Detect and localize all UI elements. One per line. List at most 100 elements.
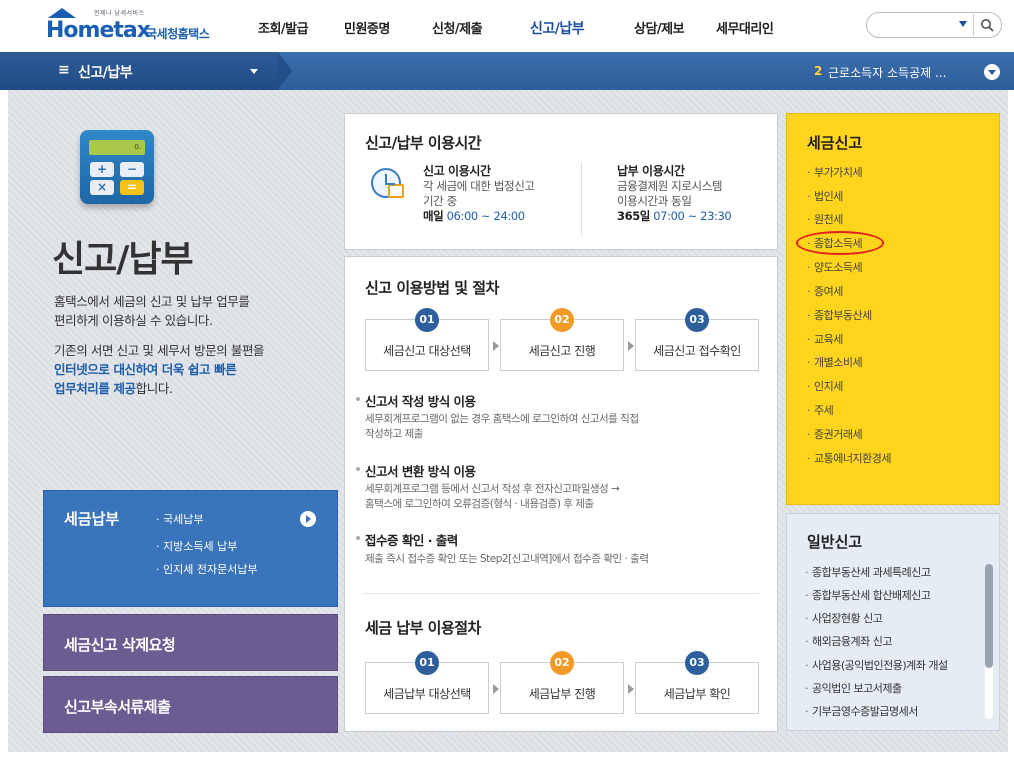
step-pay-select[interactable]: 01 세금납부 대상선택 [365,651,489,714]
attachment-submit-card[interactable]: 신고부속서류제출 [43,676,338,733]
section-desc-write: 세무회계프로그램이 없는 경우 홈택스에 로그인하여 신고서를 직접 작성하고 … [365,413,639,440]
step-report-progress[interactable]: 02 세금신고 진행 [500,308,624,371]
general-item-business-status[interactable]: 사업장현황 신고 [805,610,883,626]
highlight-circle [796,231,884,255]
divider [363,593,759,594]
logo-roof-icon [48,8,76,18]
step-label: 세금신고 대상선택 [383,344,471,358]
step-number: 03 [685,651,709,675]
nav-civil[interactable]: 민원증명 [344,18,432,38]
tax-item-vat[interactable]: 부가가치세 [807,164,863,180]
national-tax-payment-link[interactable]: · 국세납부 [156,511,203,527]
step-arrow-icon [493,341,499,351]
search-icon [981,19,994,32]
general-report-title: 일반신고 [807,533,863,551]
tax-item-excise[interactable]: 개별소비세 [807,354,863,370]
search-input[interactable] [877,18,957,32]
step-arrow-icon [493,684,499,694]
chevron-down-icon [250,69,258,74]
intro-text: 홈택스에서 세금의 신고 및 납부 업무를 편리하게 이용하실 수 있습니다. … [54,294,265,396]
section-title: 신고/납부 [78,65,133,81]
section-desc-convert: 세무회계프로그램 등에서 신고서 작성 후 전자신고파일생성 → 홈택스에 로그… [365,483,620,510]
step-arrow-icon [628,684,634,694]
divider [581,162,582,236]
scrollbar[interactable] [985,564,993,719]
local-income-tax-link[interactable]: · 지방소득세 납부 [156,538,237,554]
general-item-property-exclusion[interactable]: 종합부동산세 합산배제신고 [805,587,931,603]
menu-bar: ≡ 신고/납부 2 근로소득자 소득공제 ... [0,52,1014,90]
logo-tagline: 언제나 납세서비스 [94,10,145,17]
payment-procedure-title: 세금 납부 이용절차 [365,619,481,637]
usage-time-panel: 신고/납부 이용시간 신고 이용시간 각 세금에 대한 법정신고 기간 중 매일… [344,113,778,250]
clock-icon [371,168,404,198]
step-number: 01 [415,651,439,675]
section-selector[interactable]: ≡ 신고/납부 [0,52,292,90]
step-label: 세금납부 확인 [663,687,731,701]
step-report-confirm[interactable]: 03 세금신고 접수확인 [635,308,759,371]
general-item-donation-receipt[interactable]: 기부금영수증발급명세서 [805,703,918,719]
general-report-panel: 일반신고 종합부동산세 과세특례신고 종합부동산세 합산배제신고 사업장현황 신… [786,513,1000,731]
search-box [866,12,1002,38]
delete-request-card[interactable]: 세금신고 삭제요청 [43,614,338,671]
step-pay-confirm[interactable]: 03 세금납부 확인 [635,651,759,714]
section-heading-convert: 신고서 변환 방식 이용 [356,461,476,480]
step-label: 세금신고 진행 [528,344,596,358]
nav-inquiry[interactable]: 조회/발급 [258,18,344,38]
tax-item-stamp[interactable]: 인지세 [807,378,843,394]
tax-item-education[interactable]: 교육세 [807,331,843,347]
section-heading-write: 신고서 작성 방식 이용 [356,391,476,410]
usage-time-title: 신고/납부 이용시간 [365,134,482,152]
tax-item-liquor[interactable]: 주세 [807,402,834,418]
hometax-logo[interactable]: 언제나 납세서비스 Hometax 국세청홈택스 [46,6,231,46]
tax-item-corporate[interactable]: 법인세 [807,188,843,204]
notice-expand-button[interactable] [984,64,1000,80]
general-item-foreign-account[interactable]: 해외금융계좌 신고 [805,633,892,649]
step-report-select[interactable]: 01 세금신고 대상선택 [365,308,489,371]
menu-icon[interactable]: ≡ [58,62,70,78]
search-dropdown-icon[interactable] [959,21,967,27]
procedure-panel: 신고 이용방법 및 절차 01 세금신고 대상선택 02 세금신고 진행 03 … [344,256,778,732]
tax-item-securities[interactable]: 증권거래세 [807,426,863,442]
section-desc-receipt: 제출 즉시 접수증 확인 또는 Step2[신고내역]에서 접수증 확인 · 출… [365,553,649,565]
tax-report-title: 세금신고 [807,134,863,152]
logo-korean: 국세청홈택스 [146,27,210,41]
step-number: 01 [415,308,439,332]
general-item-property-special[interactable]: 종합부동산세 과세특례신고 [805,564,931,580]
global-nav: 조회/발급 민원증명 신청/제출 신고/납부 상담/제보 세무대리인 [258,18,806,38]
general-item-public-report[interactable]: 공익법인 보고서제출 [805,680,902,696]
nav-report-pay[interactable]: 신고/납부 [530,18,634,38]
attachment-submit-title: 신고부속서류제출 [64,698,171,716]
delete-request-title: 세금신고 삭제요청 [64,636,176,654]
step-number: 03 [685,308,709,332]
search-button[interactable] [973,14,999,36]
section-heading-receipt: 접수증 확인 · 출력 [356,530,458,549]
logo-brand: Hometax [46,18,151,43]
go-arrow-icon[interactable] [300,511,316,527]
nav-consult[interactable]: 상담/제보 [634,18,716,38]
step-arrow-icon [628,341,634,351]
step-number: 02 [550,308,574,332]
top-header: 언제나 납세서비스 Hometax 국세청홈택스 조회/발급 민원증명 신청/제… [0,0,1014,52]
tax-report-panel: 세금신고 부가가치세 법인세 원천세 종합소득세 양도소득세 증여세 종합부동산… [786,113,1000,505]
general-item-business-account[interactable]: 사업용(공익법인전용)계좌 개설 [805,657,948,673]
report-time-block: 신고 이용시간 각 세금에 대한 법정신고 기간 중 매일 06:00 ~ 24… [423,164,535,223]
tax-item-property[interactable]: 종합부동산세 [807,307,872,323]
step-number: 02 [550,651,574,675]
tax-item-withholding[interactable]: 원천세 [807,211,843,227]
scrollbar-thumb[interactable] [985,564,993,668]
nav-agent[interactable]: 세무대리인 [716,18,806,38]
calculator-icon: 0. + − × = [80,130,154,204]
tax-payment-card[interactable]: 세금납부 · 국세납부 · 지방소득세 납부 · 인지세 전자문서납부 [43,490,338,607]
stamp-tax-link[interactable]: · 인지세 전자문서납부 [156,561,258,577]
tax-item-transfer[interactable]: 양도소득세 [807,259,863,275]
step-pay-progress[interactable]: 02 세금납부 진행 [500,651,624,714]
nav-apply[interactable]: 신청/제출 [432,18,530,38]
notice-number: 2 [814,64,823,78]
payment-time-block: 납부 이용시간 금융결제원 지로시스템 이용시간과 동일 365일 07:00 … [617,164,732,223]
tax-item-transport[interactable]: 교통에너지환경세 [807,450,891,466]
tax-item-gift[interactable]: 증여세 [807,283,843,299]
step-label: 세금납부 진행 [528,687,596,701]
procedure-title: 신고 이용방법 및 절차 [365,279,499,297]
notice-text[interactable]: 근로소득자 소득공제 ... [828,64,946,81]
step-label: 세금신고 접수확인 [653,344,741,358]
